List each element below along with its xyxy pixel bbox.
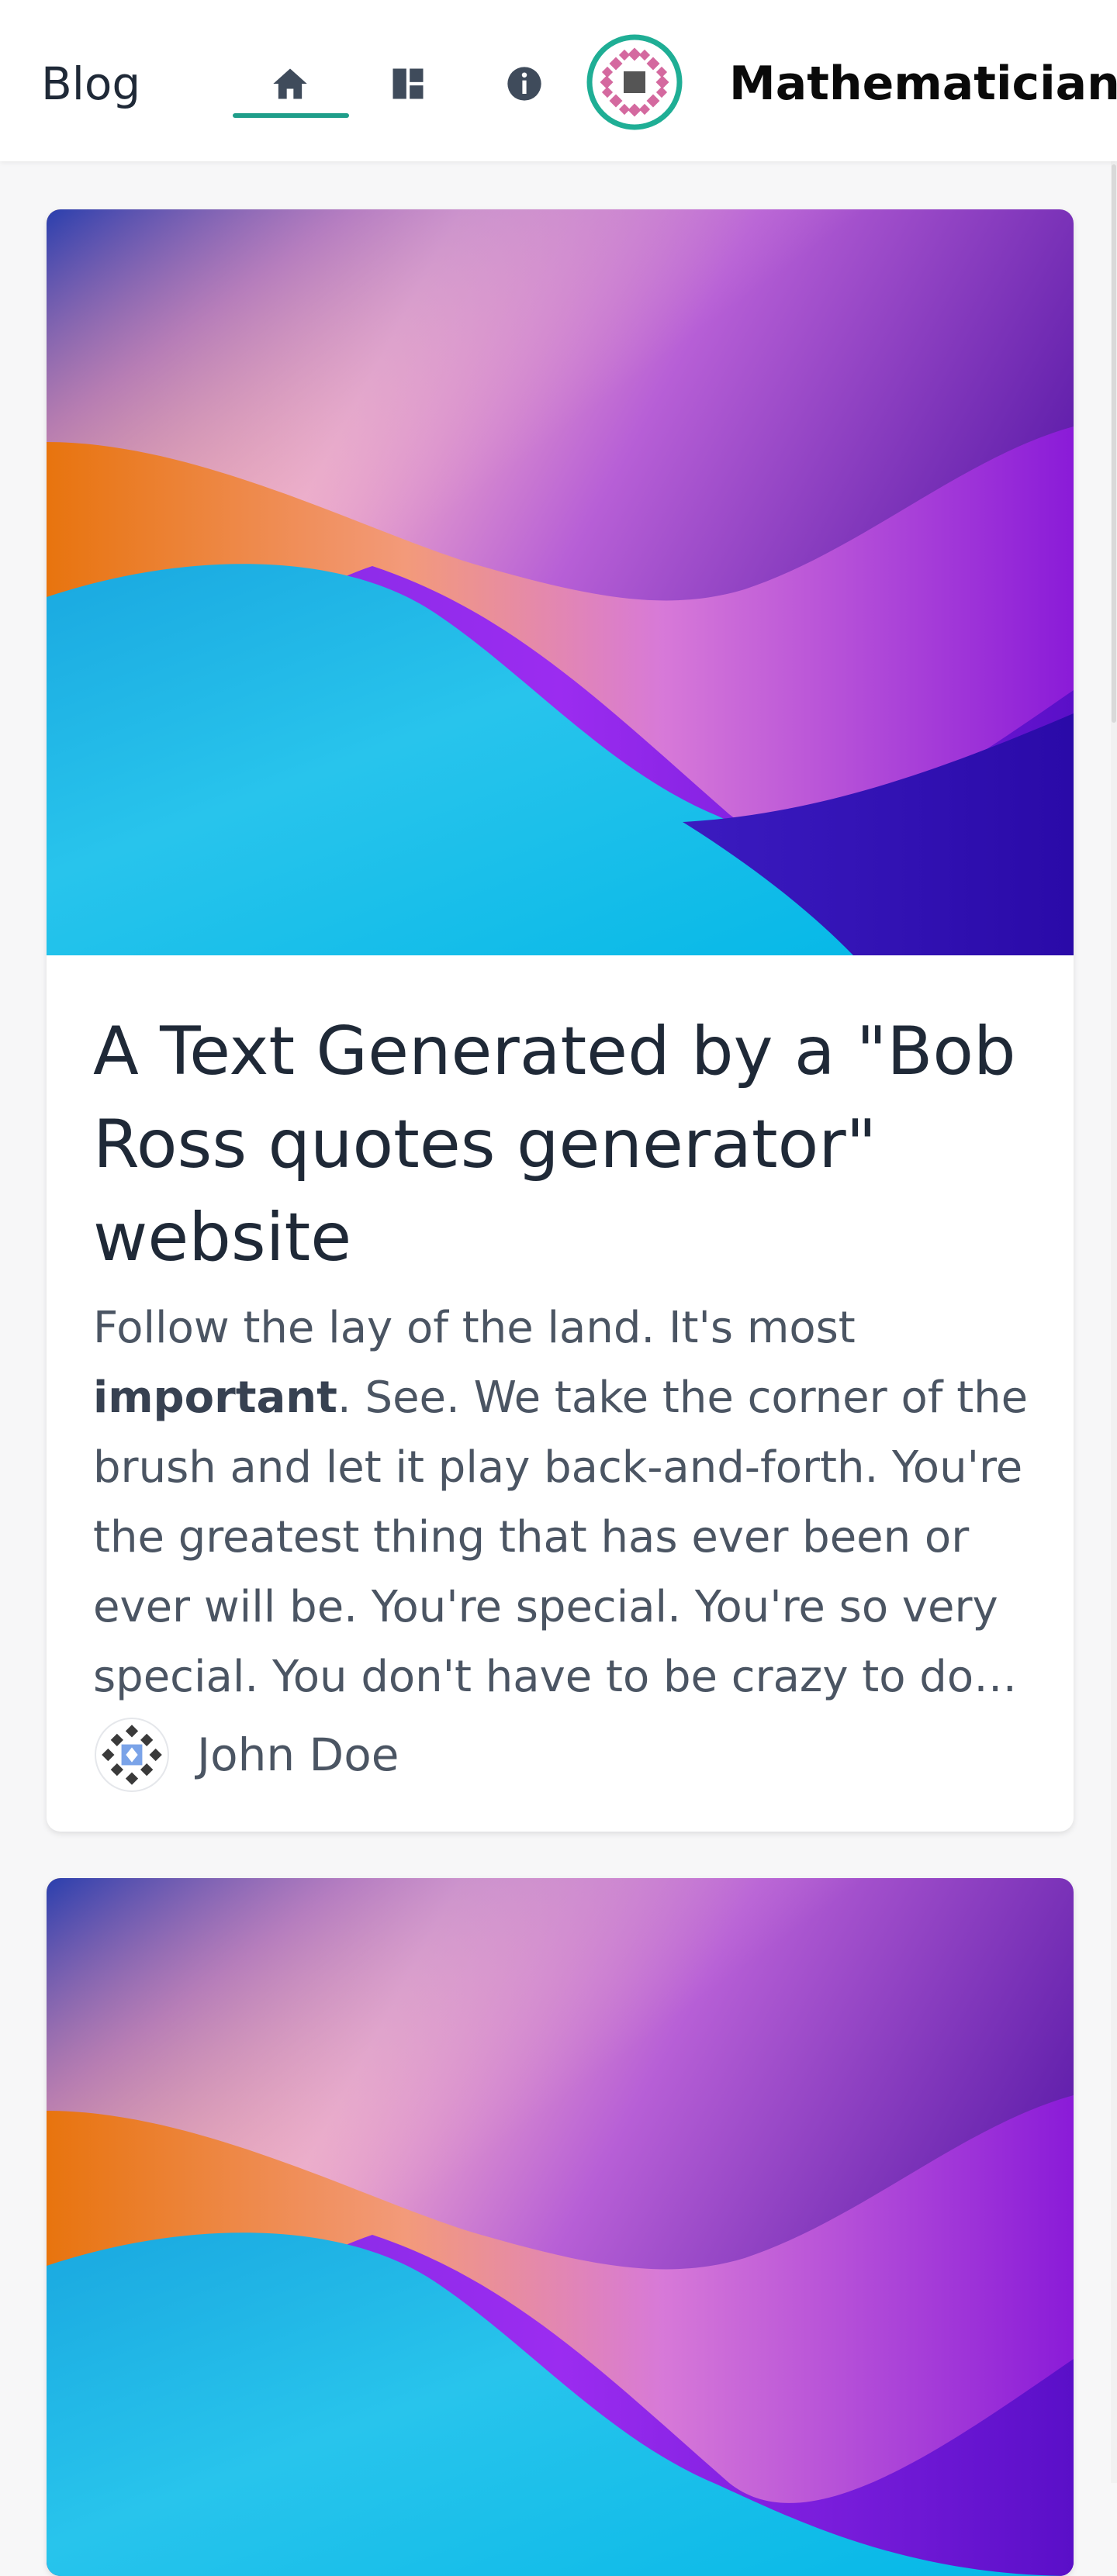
author-name[interactable]: John Doe <box>197 1727 399 1783</box>
site-title: Mathematician <box>729 57 1117 111</box>
post-content: A Text Generated by a "Bob Ross quotes g… <box>93 955 1032 1797</box>
info-icon <box>507 67 541 101</box>
navbar: Blog Mathematician <box>0 0 1117 161</box>
post-author[interactable]: John Doe <box>93 1712 1032 1797</box>
post-cover-image <box>47 1878 1074 2576</box>
info-nav-button[interactable] <box>490 50 558 118</box>
post-card[interactable]: A Text Generated by a "Bob Ross quotes g… <box>47 209 1074 1832</box>
site-logo[interactable] <box>586 34 683 130</box>
post-card[interactable] <box>47 1878 1074 2576</box>
active-tab-indicator <box>233 113 349 118</box>
post-title[interactable]: A Text Generated by a "Bob Ross quotes g… <box>93 955 1032 1284</box>
excerpt-bold: important <box>93 1373 337 1423</box>
dashboard-nav-button[interactable] <box>374 50 442 118</box>
dashboard-icon <box>393 68 424 99</box>
blog-link[interactable]: Blog <box>41 56 140 112</box>
author-avatar <box>95 1718 169 1792</box>
scrollbar-thumb[interactable] <box>1112 164 1116 723</box>
post-excerpt: Follow the lay of the land. It's most im… <box>93 1293 1032 1712</box>
excerpt-lead: Follow the lay of the land. It's most <box>93 1303 856 1353</box>
home-icon <box>273 68 307 99</box>
post-cover-image <box>47 209 1074 955</box>
logo-icon <box>586 34 683 130</box>
home-nav-button[interactable] <box>256 50 324 118</box>
